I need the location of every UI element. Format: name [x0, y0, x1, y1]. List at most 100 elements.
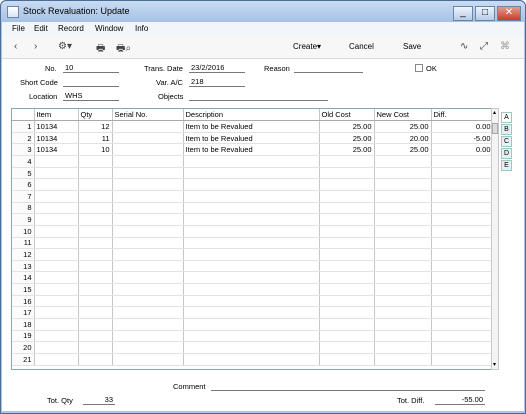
cell-diff[interactable] [431, 190, 491, 203]
cell-serial[interactable] [112, 120, 184, 133]
cell-item[interactable] [34, 225, 79, 238]
cell-new-cost[interactable] [374, 167, 432, 180]
cell-qty[interactable]: 11 [78, 132, 113, 145]
cell-qty[interactable] [78, 178, 113, 191]
cell-description[interactable] [183, 341, 320, 354]
cell-description[interactable] [183, 155, 320, 168]
table-row[interactable]: 12 [12, 248, 491, 261]
cell-old-cost[interactable] [319, 353, 375, 366]
activity-icon[interactable]: ∿ [460, 41, 468, 52]
print-preview-icon[interactable]: 🖶⌕ [116, 41, 131, 58]
cell-new-cost[interactable] [374, 190, 432, 203]
cell-old-cost[interactable] [319, 178, 375, 191]
cell-description[interactable] [183, 330, 320, 343]
cell-qty[interactable] [78, 283, 113, 296]
cell-new-cost[interactable] [374, 202, 432, 215]
cell-item[interactable] [34, 295, 79, 308]
cell-description[interactable] [183, 213, 320, 226]
cell-serial[interactable] [112, 330, 184, 343]
menu-record[interactable]: Record [58, 24, 84, 33]
table-row[interactable]: 11 [12, 237, 491, 250]
cell-description[interactable] [183, 318, 320, 331]
grid-scrollbar[interactable]: ▴ ▾ [491, 108, 499, 370]
cell-serial[interactable] [112, 318, 184, 331]
table-row[interactable]: 13 [12, 260, 491, 273]
cell-old-cost[interactable]: 25.00 [319, 143, 375, 157]
cell-old-cost[interactable] [319, 237, 375, 250]
cell-new-cost[interactable] [374, 283, 432, 296]
cell-diff[interactable] [431, 318, 491, 331]
cell-diff[interactable] [431, 260, 491, 273]
cell-diff[interactable] [431, 330, 491, 343]
cell-diff[interactable]: 0.00 [431, 143, 491, 157]
cell-new-cost[interactable] [374, 306, 432, 320]
comment-field[interactable] [211, 381, 485, 391]
cell-serial[interactable] [112, 213, 184, 226]
cell-diff[interactable] [431, 341, 491, 354]
cell-new-cost[interactable] [374, 155, 432, 168]
cell-old-cost[interactable] [319, 341, 375, 354]
cell-serial[interactable] [112, 178, 184, 191]
table-row[interactable]: 3 10134 10 Item to be Revalued 25.00 25.00 0.0… [12, 143, 491, 157]
table-row[interactable]: 16 [12, 295, 491, 308]
cell-item[interactable] [34, 213, 79, 226]
table-row[interactable]: 17 [12, 306, 491, 320]
cell-description[interactable] [183, 306, 320, 320]
cell-description[interactable] [183, 202, 320, 215]
cell-serial[interactable] [112, 341, 184, 354]
cell-qty[interactable] [78, 341, 113, 354]
cell-description[interactable]: Item to be Revalued [183, 143, 320, 157]
menu-info[interactable]: Info [135, 24, 148, 33]
cell-description[interactable] [183, 295, 320, 308]
cell-description[interactable] [183, 271, 320, 285]
maximize-button[interactable]: □ [475, 6, 495, 21]
cell-old-cost[interactable] [319, 248, 375, 261]
cell-diff[interactable] [431, 353, 491, 366]
objects-field[interactable] [189, 91, 328, 101]
cell-item[interactable] [34, 260, 79, 273]
cell-old-cost[interactable] [319, 167, 375, 180]
cell-qty[interactable] [78, 190, 113, 203]
table-row[interactable]: 10 [12, 225, 491, 238]
cell-description[interactable] [183, 178, 320, 191]
cell-serial[interactable] [112, 202, 184, 215]
cell-new-cost[interactable] [374, 248, 432, 261]
cell-old-cost[interactable] [319, 155, 375, 168]
cell-new-cost[interactable] [374, 260, 432, 273]
menu-file[interactable]: File [12, 24, 25, 33]
cell-item[interactable] [34, 178, 79, 191]
cell-serial[interactable] [112, 132, 184, 145]
gear-icon[interactable]: ⚙▾ [58, 41, 72, 52]
cell-item[interactable] [34, 202, 79, 215]
table-row[interactable]: 14 [12, 271, 491, 285]
no-field[interactable]: 10 [63, 63, 119, 73]
cell-qty[interactable] [78, 167, 113, 180]
cell-diff[interactable] [431, 225, 491, 238]
table-row[interactable]: 5 [12, 167, 491, 180]
cell-serial[interactable] [112, 167, 184, 180]
cell-new-cost[interactable] [374, 178, 432, 191]
tab-a[interactable]: A [501, 112, 512, 123]
previous-record-icon[interactable]: ‹ [14, 41, 17, 52]
cell-diff[interactable] [431, 306, 491, 320]
cell-description[interactable] [183, 225, 320, 238]
location-field[interactable]: WHS [63, 91, 119, 101]
cell-old-cost[interactable] [319, 306, 375, 320]
cell-old-cost[interactable] [319, 318, 375, 331]
table-row[interactable]: 7 [12, 190, 491, 203]
menu-window[interactable]: Window [95, 24, 123, 33]
cell-old-cost[interactable]: 25.00 [319, 120, 375, 133]
cell-qty[interactable] [78, 237, 113, 250]
printer-icon[interactable]: 🖶 [96, 41, 105, 58]
cell-qty[interactable] [78, 260, 113, 273]
cell-description[interactable] [183, 167, 320, 180]
cell-qty[interactable] [78, 330, 113, 343]
cell-new-cost[interactable] [374, 330, 432, 343]
create-button[interactable]: Create▾ [293, 42, 321, 51]
table-row[interactable]: 21 [12, 353, 491, 366]
cell-item[interactable] [34, 330, 79, 343]
cell-new-cost[interactable] [374, 341, 432, 354]
cell-old-cost[interactable] [319, 260, 375, 273]
cell-item[interactable] [34, 271, 79, 285]
cell-old-cost[interactable] [319, 283, 375, 296]
